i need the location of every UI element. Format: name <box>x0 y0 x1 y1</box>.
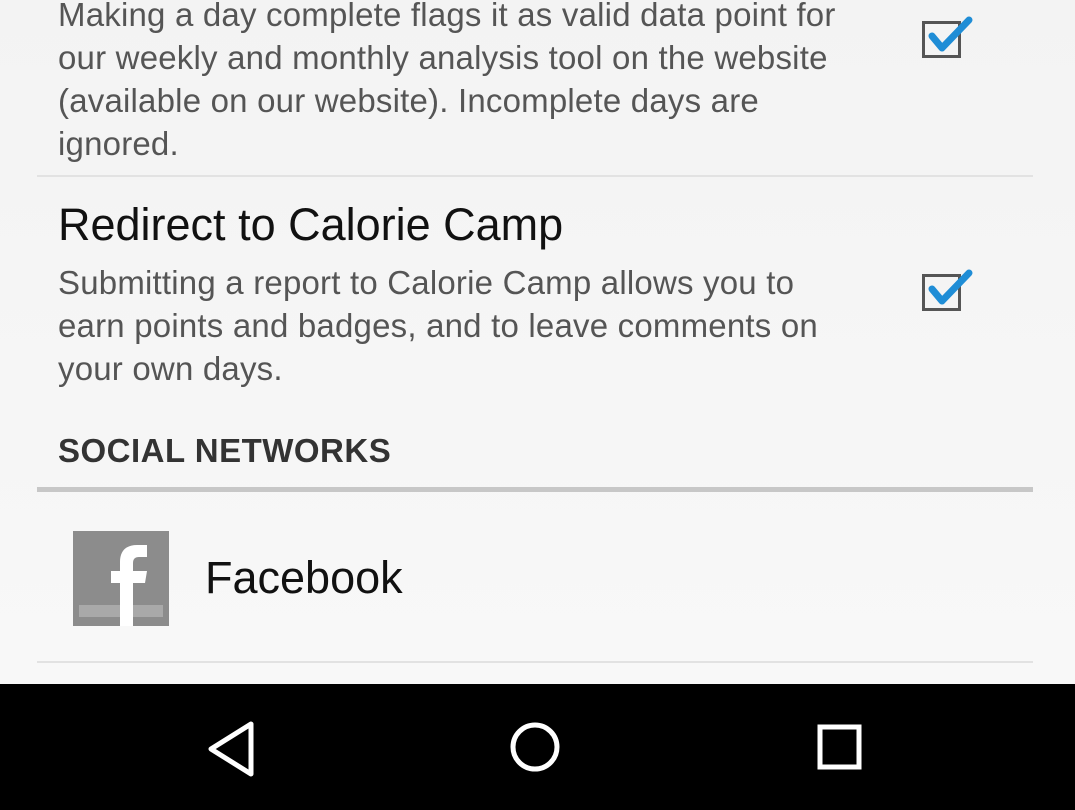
complete-day-checkbox[interactable] <box>922 16 973 58</box>
preference-summary: Making a day complete flags it as valid … <box>58 0 836 162</box>
back-button[interactable] <box>196 714 276 784</box>
divider <box>37 175 1033 177</box>
preference-title: Redirect to Calorie Camp <box>58 199 564 250</box>
preference-summary: Submitting a report to Calorie Camp allo… <box>58 264 818 387</box>
social-item-facebook[interactable]: Facebook <box>37 492 1033 662</box>
circle-home-icon <box>510 722 560 772</box>
square-recents-icon <box>817 724 862 770</box>
navigation-bar <box>0 684 1075 810</box>
facebook-icon <box>73 531 169 626</box>
checkmark-icon <box>928 269 973 305</box>
divider <box>37 661 1033 663</box>
calorie-camp-checkbox[interactable] <box>922 269 973 311</box>
triangle-back-icon <box>208 721 254 777</box>
settings-list: Making a day complete flags it as valid … <box>0 0 1075 684</box>
home-button[interactable] <box>495 714 575 784</box>
facebook-label: Facebook <box>205 552 403 603</box>
checkmark-icon <box>928 16 973 52</box>
recents-button[interactable] <box>799 714 879 784</box>
section-header-social-networks: SOCIAL NETWORKS <box>58 432 392 469</box>
